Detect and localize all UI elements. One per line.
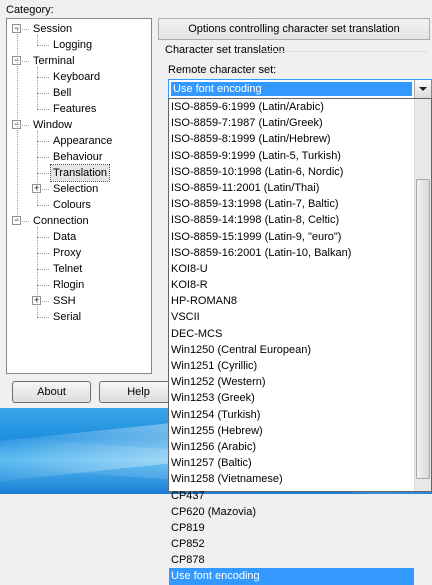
tree-connector <box>17 29 18 221</box>
tree-connector <box>37 35 38 45</box>
category-tree[interactable]: Session − Logging Terminal − Keyboard Bell Feat… <box>6 18 152 374</box>
dropdown-option[interactable]: Win1252 (Western) <box>169 374 414 390</box>
charset-dropdown-list[interactable]: ISO-8859-6:1999 (Latin/Arabic) ISO-8859-7… <box>168 98 432 585</box>
panel-header: Options controlling character set transl… <box>158 18 430 40</box>
tree-item-serial[interactable]: Serial <box>51 309 83 325</box>
dropdown-option[interactable]: Win1255 (Hebrew) <box>169 423 414 439</box>
tree-connector <box>37 109 49 110</box>
dropdown-option[interactable]: CP620 (Mazovia) <box>169 504 414 520</box>
group-title: Character set translation <box>165 44 285 56</box>
remote-charset-combobox[interactable]: Use font encoding <box>168 79 432 99</box>
tree-item-rlogin[interactable]: Rlogin <box>51 277 86 293</box>
dropdown-option[interactable]: ISO-8859-9:1999 (Latin-5, Turkish) <box>169 148 414 164</box>
combo-dropdown-button[interactable] <box>414 80 431 98</box>
dropdown-options: ISO-8859-6:1999 (Latin/Arabic) ISO-8859-7… <box>169 99 414 585</box>
combo-selected-value: Use font encoding <box>171 82 412 96</box>
dropdown-option[interactable]: ISO-8859-14:1998 (Latin-8, Celtic) <box>169 212 414 228</box>
tree-connector <box>37 131 38 205</box>
tree-item-keyboard[interactable]: Keyboard <box>51 69 102 85</box>
tree-connector <box>37 269 49 270</box>
dropdown-option[interactable]: ISO-8859-7:1987 (Latin/Greek) <box>169 115 414 131</box>
tree-item-selection[interactable]: Selection <box>51 181 100 197</box>
remote-charset-label: Remote character set: <box>168 64 277 76</box>
tree-connector <box>37 253 49 254</box>
group-divider <box>265 51 427 52</box>
dropdown-option[interactable]: ISO-8859-6:1999 (Latin/Arabic) <box>169 99 414 115</box>
category-label: Category: <box>6 4 54 16</box>
tree-connector <box>37 205 49 206</box>
tree-connector <box>37 285 49 286</box>
tree-connector <box>37 173 49 174</box>
tree-connector <box>37 237 49 238</box>
tree-connector <box>37 67 38 109</box>
tree-item-bell[interactable]: Bell <box>51 85 73 101</box>
chevron-down-icon <box>419 87 427 91</box>
tree-item-connection[interactable]: Connection <box>31 213 91 229</box>
tree-item-data[interactable]: Data <box>51 229 78 245</box>
dropdown-option[interactable]: CP819 <box>169 520 414 536</box>
dropdown-option[interactable]: Win1250 (Central European) <box>169 342 414 358</box>
tree-connector <box>37 93 49 94</box>
dropdown-option[interactable]: ISO-8859-16:2001 (Latin-10, Balkan) <box>169 245 414 261</box>
tree-item-ssh[interactable]: SSH <box>51 293 78 309</box>
scrollbar-thumb[interactable] <box>416 179 430 479</box>
dropdown-option[interactable]: VSCII <box>169 309 414 325</box>
dropdown-option[interactable]: ISO-8859-8:1999 (Latin/Hebrew) <box>169 131 414 147</box>
tree-item-translation[interactable]: Translation <box>49 164 111 182</box>
tree-connector <box>37 45 49 46</box>
tree-item-telnet[interactable]: Telnet <box>51 261 84 277</box>
tree-connector <box>37 77 49 78</box>
dropdown-option[interactable]: Win1256 (Arabic) <box>169 439 414 455</box>
dropdown-option[interactable]: Win1258 (Vietnamese) <box>169 471 414 487</box>
tree-item-proxy[interactable]: Proxy <box>51 245 83 261</box>
dropdown-option[interactable]: DEC-MCS <box>169 326 414 342</box>
tree-item-appearance[interactable]: Appearance <box>51 133 114 149</box>
dropdown-option[interactable]: Win1251 (Cyrillic) <box>169 358 414 374</box>
dropdown-option[interactable]: ISO-8859-13:1998 (Latin-7, Baltic) <box>169 196 414 212</box>
tree-connector <box>37 157 49 158</box>
dropdown-option[interactable]: Win1254 (Turkish) <box>169 407 414 423</box>
tree-connector <box>37 141 49 142</box>
tree-connector <box>37 317 49 318</box>
tree-connector <box>37 227 38 317</box>
dropdown-option[interactable]: Win1253 (Greek) <box>169 390 414 406</box>
dropdown-option[interactable]: ISO-8859-10:1998 (Latin-6, Nordic) <box>169 164 414 180</box>
tree-item-logging[interactable]: Logging <box>51 37 94 53</box>
dropdown-option[interactable]: Win1257 (Baltic) <box>169 455 414 471</box>
dropdown-option[interactable]: CP437 <box>169 488 414 504</box>
tree-item-behaviour[interactable]: Behaviour <box>51 149 105 165</box>
about-button[interactable]: About <box>12 381 91 403</box>
dropdown-option[interactable]: CP852 <box>169 536 414 552</box>
dropdown-option[interactable]: ISO-8859-11:2001 (Latin/Thai) <box>169 180 414 196</box>
dropdown-scrollbar[interactable] <box>414 99 431 491</box>
dropdown-option[interactable]: KOI8-R <box>169 277 414 293</box>
help-button[interactable]: Help <box>99 381 178 403</box>
dropdown-option[interactable]: ISO-8859-15:1999 (Latin-9, "euro") <box>169 229 414 245</box>
dropdown-option[interactable]: HP-ROMAN8 <box>169 293 414 309</box>
dropdown-option[interactable]: CP878 <box>169 552 414 568</box>
dropdown-option[interactable]: Use font encoding <box>169 568 414 585</box>
tree-item-colours[interactable]: Colours <box>51 197 93 213</box>
tree-item-features[interactable]: Features <box>51 101 98 117</box>
dropdown-option[interactable]: KOI8-U <box>169 261 414 277</box>
